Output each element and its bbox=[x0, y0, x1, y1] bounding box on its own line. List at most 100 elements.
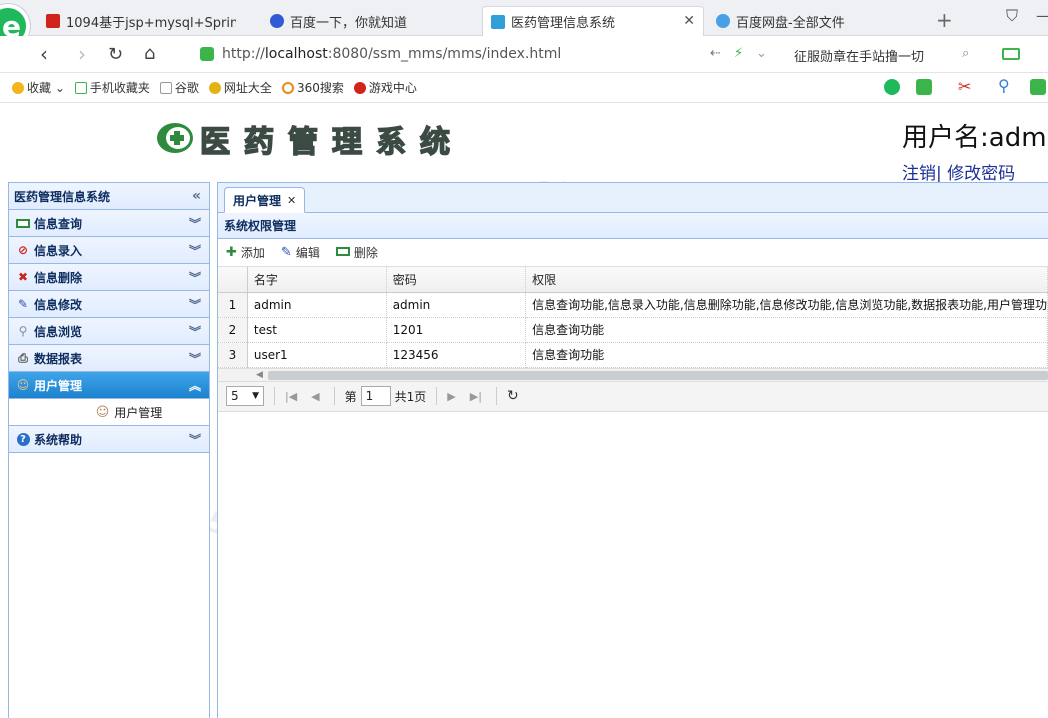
table-row[interactable]: 3 user1 123456 信息查询功能 bbox=[218, 342, 1048, 368]
cell-name: admin bbox=[247, 292, 387, 318]
column-header-name[interactable]: 名字 bbox=[247, 267, 387, 293]
chevron-down-icon[interactable]: ︾ bbox=[189, 269, 201, 286]
page-size-select[interactable]: 5 ▼ bbox=[226, 386, 264, 406]
refresh-icon[interactable]: ↻ bbox=[108, 44, 123, 65]
browser-tab[interactable]: 百度一下，你就知道 bbox=[270, 6, 470, 36]
dropdown-arrow-icon: ▼ bbox=[252, 391, 259, 401]
table-row[interactable]: 2 test 1201 信息查询功能 bbox=[218, 317, 1048, 343]
shirt-icon[interactable]: ⛉ bbox=[1006, 6, 1018, 26]
tab-close-icon[interactable]: ✕ bbox=[683, 13, 695, 29]
chevron-down-icon[interactable]: ︾ bbox=[189, 296, 201, 313]
add-icon: ✚ bbox=[226, 245, 237, 260]
first-page-icon[interactable]: |◀ bbox=[285, 390, 297, 403]
chevron-down-icon[interactable]: ︾ bbox=[189, 215, 201, 232]
panel-user-manage[interactable]: ☺ 用户管理 ︽ bbox=[9, 372, 209, 399]
browser-tab-active[interactable]: 医药管理信息系统 ✕ bbox=[482, 6, 704, 36]
pager-divider bbox=[436, 387, 438, 405]
table-row[interactable]: 1 admin admin 信息查询功能,信息录入功能,信息删除功能,信息修改功… bbox=[218, 292, 1048, 318]
add-button[interactable]: ✚ 添加 bbox=[226, 244, 265, 261]
horizontal-scrollbar[interactable]: ◀ bbox=[218, 367, 1048, 382]
browser-tab[interactable]: 百度网盘-全部文件 bbox=[716, 6, 916, 36]
search-icon[interactable]: ⌕ bbox=[962, 46, 969, 61]
user-manage-icon: ☺ bbox=[16, 378, 30, 392]
url-field[interactable]: http://localhost:8080/ssm_mms/mms/index.… bbox=[200, 41, 720, 67]
page-total-label: 共1页 bbox=[394, 389, 427, 404]
secure-shield-icon bbox=[200, 47, 214, 61]
next-page-icon[interactable]: ▶ bbox=[447, 390, 455, 403]
scrollbar-thumb[interactable] bbox=[268, 370, 1048, 380]
refresh-icon[interactable]: ↻ bbox=[507, 388, 519, 404]
link-separator: | bbox=[936, 164, 942, 184]
minimize-icon[interactable]: — bbox=[1036, 6, 1048, 25]
forward-icon[interactable]: › bbox=[78, 42, 86, 66]
lightning-icon[interactable]: ⚡ bbox=[734, 46, 743, 61]
back-icon[interactable]: ‹ bbox=[40, 42, 48, 66]
panel-help[interactable]: ? 系统帮助 ︾ bbox=[9, 426, 209, 453]
browser-tab[interactable]: 1094基于jsp+mysql+Spring bbox=[46, 6, 236, 36]
bookmark-label: 游戏中心 bbox=[368, 81, 417, 95]
gamepad-icon[interactable] bbox=[1030, 79, 1046, 95]
info-entry-icon: ⊘ bbox=[17, 243, 29, 257]
panel-info-query[interactable]: 信息查询 ︾ bbox=[9, 210, 209, 237]
new-tab-icon[interactable]: + bbox=[936, 8, 953, 32]
cut-icon[interactable]: ✂ bbox=[958, 77, 974, 96]
add-button-label: 添加 bbox=[240, 246, 265, 260]
share-icon[interactable]: ⇠ bbox=[710, 46, 721, 61]
extension-icon[interactable] bbox=[884, 79, 900, 95]
main-tabs: 用户管理 ✕ bbox=[218, 183, 1048, 213]
medical-cross-logo-icon bbox=[157, 123, 193, 153]
chevron-down-icon[interactable]: ︾ bbox=[189, 431, 201, 448]
bookmark-mobile[interactable]: 手机收藏夹 bbox=[74, 79, 150, 96]
column-header-password[interactable]: 密码 bbox=[386, 267, 527, 293]
panel-report[interactable]: ⎙ 数据报表 ︾ bbox=[9, 345, 209, 372]
change-password-link[interactable]: 修改密码 bbox=[947, 164, 1015, 184]
scroll-left-icon[interactable]: ◀ bbox=[256, 370, 263, 380]
panel-info-entry[interactable]: ⊘ 信息录入 ︾ bbox=[9, 237, 209, 264]
info-delete-icon: ✖ bbox=[17, 270, 29, 284]
bookmark-label: 收藏 bbox=[27, 81, 52, 95]
chevron-down-icon[interactable]: ︾ bbox=[189, 323, 201, 340]
magnifier-icon[interactable]: ⚲ bbox=[998, 76, 1014, 95]
search360-icon bbox=[281, 81, 294, 94]
url-host: localhost bbox=[264, 46, 328, 62]
bookmark-360search[interactable]: 360搜索 bbox=[281, 79, 344, 96]
panel-label: 信息录入 bbox=[34, 243, 83, 258]
page-number-input[interactable]: 1 bbox=[360, 386, 391, 406]
pager-divider bbox=[495, 387, 497, 405]
last-page-icon[interactable]: ▶| bbox=[470, 390, 482, 403]
panel-info-edit[interactable]: ✎ 信息修改 ︾ bbox=[9, 291, 209, 318]
edit-button[interactable]: ✎ 编辑 bbox=[281, 244, 320, 261]
sidebar-header: 医药管理信息系统 « bbox=[9, 183, 209, 210]
chevron-up-icon[interactable]: ︽ bbox=[189, 377, 201, 394]
tab-user-manage[interactable]: 用户管理 ✕ bbox=[224, 187, 306, 213]
collapse-double-arrow-icon[interactable]: « bbox=[192, 188, 201, 204]
panel-info-browse[interactable]: ⚲ 信息浏览 ︾ bbox=[9, 318, 209, 345]
translate-icon[interactable] bbox=[916, 79, 932, 95]
prev-page-icon[interactable]: ◀ bbox=[311, 390, 319, 403]
bookmark-favorites[interactable]: 收藏 ⌄ bbox=[12, 79, 65, 96]
battery-icon[interactable] bbox=[1002, 48, 1020, 60]
panel-label: 信息查询 bbox=[34, 216, 83, 231]
chevron-down-icon[interactable]: ︾ bbox=[189, 350, 201, 367]
cell-name: user1 bbox=[247, 342, 387, 368]
user-links: 注销| 修改密码 bbox=[902, 159, 1015, 184]
sidebar-item-user-manage[interactable]: ☺ 用户管理 bbox=[56, 404, 163, 421]
row-number: 1 bbox=[218, 292, 248, 318]
row-number-header bbox=[218, 267, 248, 293]
chevron-down-icon[interactable]: ︾ bbox=[189, 242, 201, 259]
home-icon[interactable]: ⌂ bbox=[144, 43, 155, 64]
bookmark-google[interactable]: 谷歌 bbox=[159, 79, 199, 96]
logout-link[interactable]: 注销 bbox=[902, 164, 936, 184]
bookmark-games[interactable]: 游戏中心 bbox=[353, 79, 417, 96]
main-content: 用户管理 ✕ 系统权限管理 ✚ 添加 ✎ 编辑 删除 名字 密码 权限 1 ad… bbox=[217, 182, 1048, 718]
delete-button[interactable]: 删除 bbox=[335, 244, 378, 261]
phone-icon bbox=[74, 81, 87, 94]
bookmark-label: 360搜索 bbox=[296, 81, 344, 95]
game-icon bbox=[353, 81, 366, 94]
chevron-down-icon[interactable]: ⌄ bbox=[756, 46, 767, 61]
column-header-permission[interactable]: 权限 bbox=[525, 267, 1048, 293]
search-hint-text[interactable]: 征服勋章在手站撸一切 bbox=[794, 46, 924, 65]
bookmark-sites[interactable]: 网址大全 bbox=[208, 79, 272, 96]
close-icon[interactable]: ✕ bbox=[287, 194, 296, 207]
panel-info-delete[interactable]: ✖ 信息删除 ︾ bbox=[9, 264, 209, 291]
